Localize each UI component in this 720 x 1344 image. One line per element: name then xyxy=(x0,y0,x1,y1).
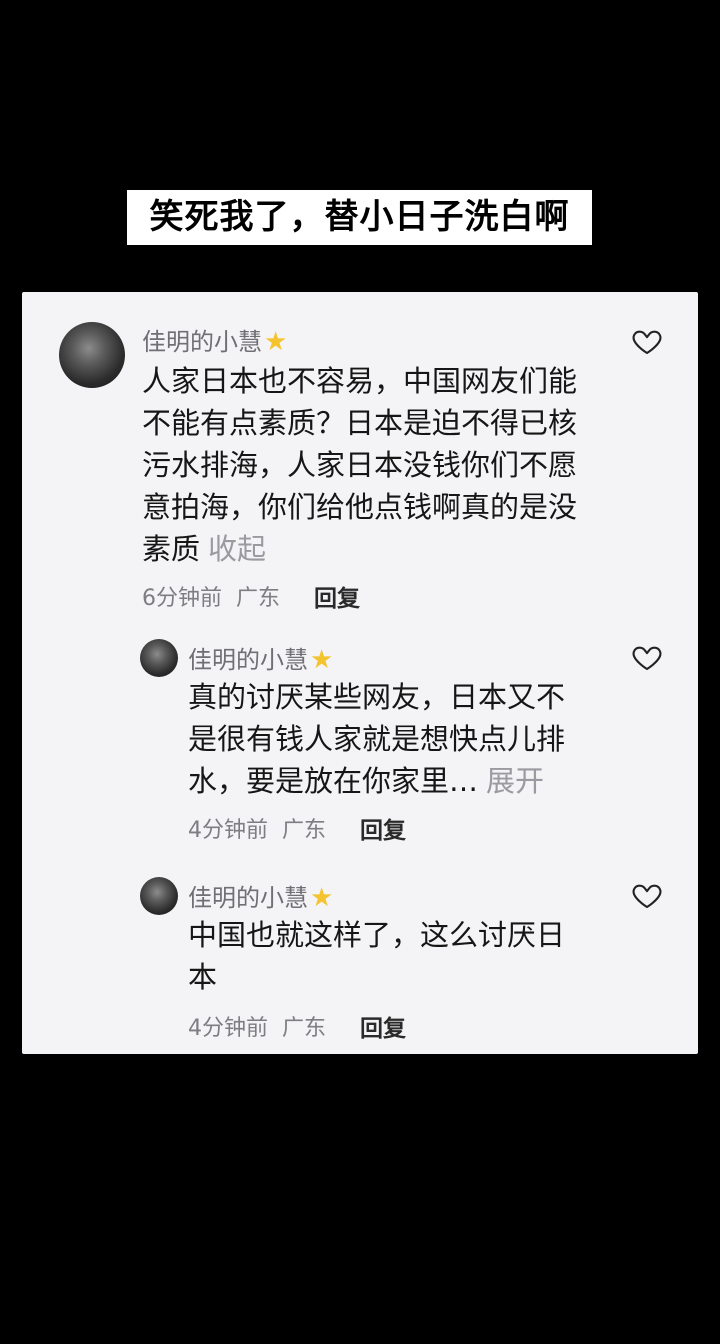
heart-outline-icon[interactable] xyxy=(631,641,663,673)
comment-location: 广东 xyxy=(282,1016,327,1041)
video-caption: 笑死我了，替小日子洗白啊 xyxy=(127,190,592,245)
heart-outline-icon[interactable] xyxy=(631,879,663,911)
comment-meta: 4分钟前 广东 xyxy=(188,812,326,844)
avatar[interactable] xyxy=(140,877,178,915)
comment-time: 6分钟前 xyxy=(142,586,222,611)
username-row[interactable]: 佳明的小慧★ xyxy=(188,640,333,675)
comment-meta: 6分钟前 广东 xyxy=(142,580,280,612)
comment-meta: 4分钟前 广东 xyxy=(188,1010,326,1042)
reply-button[interactable]: 回复 xyxy=(360,1009,406,1043)
comment-item: 佳明的小慧★ 中国也就这样了，这么讨厌日本 4分钟前 广东 回复 xyxy=(22,862,698,1054)
comment-text: 真的讨厌某些网友，日本又不是很有钱人家就是想快点儿排水，要是放在你家里… 展开 xyxy=(188,676,568,802)
username: 佳明的小慧 xyxy=(188,884,308,912)
star-badge-icon: ★ xyxy=(310,645,334,675)
comment-location: 广东 xyxy=(236,586,281,611)
username-row[interactable]: 佳明的小慧★ xyxy=(188,878,333,913)
username: 佳明的小慧 xyxy=(188,646,308,674)
collapse-link[interactable]: 收起 xyxy=(208,532,266,566)
comment-location: 广东 xyxy=(282,818,327,843)
username: 佳明的小慧 xyxy=(142,328,262,356)
star-badge-icon: ★ xyxy=(310,883,334,913)
heart-outline-icon[interactable] xyxy=(631,325,663,357)
comment-text: 中国也就这样了，这么讨厌日本 xyxy=(188,914,568,998)
comment-item: 佳明的小慧★ 真的讨厌某些网友，日本又不是很有钱人家就是想快点儿排水，要是放在你… xyxy=(22,622,698,862)
avatar[interactable] xyxy=(59,322,125,388)
comment-time: 4分钟前 xyxy=(188,1016,268,1041)
reply-button[interactable]: 回复 xyxy=(314,579,360,613)
reply-button[interactable]: 回复 xyxy=(360,811,406,845)
star-badge-icon: ★ xyxy=(264,327,288,357)
username-row[interactable]: 佳明的小慧★ xyxy=(142,322,287,357)
avatar[interactable] xyxy=(140,639,178,677)
comment-item: 佳明的小慧★ 人家日本也不容易，中国网友们能不能有点素质？日本是迫不得已核污水排… xyxy=(22,292,698,622)
comment-panel: 佳明的小慧★ 人家日本也不容易，中国网友们能不能有点素质？日本是迫不得已核污水排… xyxy=(22,292,698,1054)
comment-body: 中国也就这样了，这么讨厌日本 xyxy=(188,918,566,994)
comment-text: 人家日本也不容易，中国网友们能不能有点素质？日本是迫不得已核污水排海，人家日本没… xyxy=(142,360,582,570)
comment-time: 4分钟前 xyxy=(188,818,268,843)
expand-link[interactable]: 展开 xyxy=(486,764,544,798)
